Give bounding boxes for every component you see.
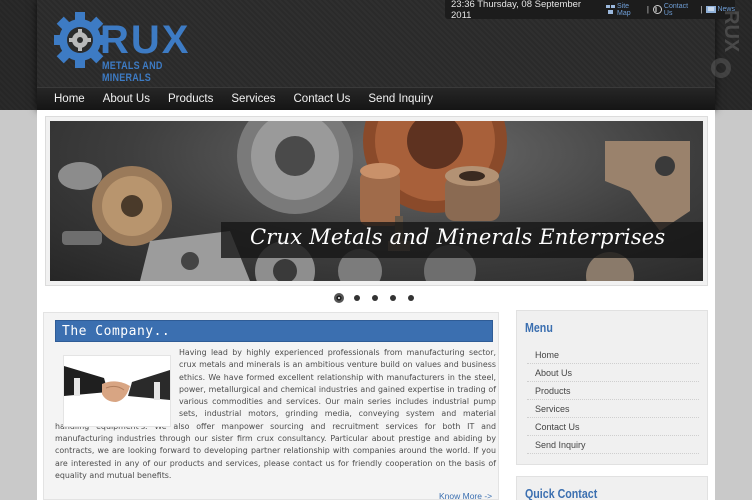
- sidebar-item-products[interactable]: Products: [527, 382, 699, 400]
- sidebar-item-services[interactable]: Services: [527, 400, 699, 418]
- main-content: Crux Metals and Minerals Enterprises The…: [37, 110, 715, 500]
- nav-home[interactable]: Home: [54, 93, 85, 105]
- sidebar-item-contact-us[interactable]: Contact Us: [527, 418, 699, 436]
- slider-dot-4[interactable]: [390, 295, 396, 301]
- site-map-label[interactable]: Site Map: [617, 3, 643, 17]
- contact-us-label[interactable]: Contact Us: [664, 3, 697, 17]
- quick-contact-box: Quick Contact: [516, 476, 708, 500]
- slider-dot-2[interactable]: [354, 295, 360, 301]
- contact-us-link[interactable]: Contact Us: [652, 3, 697, 17]
- sidebar-item-send-inquiry[interactable]: Send Inquiry: [527, 436, 699, 454]
- page-header: 23:36 Thursday, 08 September 2011 Site M…: [0, 0, 752, 110]
- menu-heading: Menu: [525, 320, 553, 335]
- slider-dot-5[interactable]: [408, 295, 414, 301]
- top-utility-bar: 23:36 Thursday, 08 September 2011 Site M…: [445, 0, 735, 21]
- banner-caption: Crux Metals and Minerals Enterprises: [250, 225, 666, 249]
- nav-products[interactable]: Products: [168, 93, 213, 105]
- gear-logo-icon: [54, 12, 106, 68]
- site-map-link[interactable]: Site Map: [606, 3, 643, 17]
- sitemap-icon: [606, 5, 616, 14]
- phone-icon: [652, 5, 662, 14]
- slider-dot-3[interactable]: [372, 295, 378, 301]
- company-section: The Company.. Having lead by highly expe…: [43, 312, 499, 500]
- banner-slider: Crux Metals and Minerals Enterprises: [45, 116, 708, 286]
- nav-contact-us[interactable]: Contact Us: [294, 93, 351, 105]
- nav-services[interactable]: Services: [231, 93, 275, 105]
- banner-slide[interactable]: Crux Metals and Minerals Enterprises: [50, 121, 703, 281]
- main-navigation: Home About Us Products Services Contact …: [37, 87, 715, 110]
- slider-pagination: [334, 293, 426, 303]
- know-more-link[interactable]: Know More ->: [439, 491, 492, 500]
- site-logo[interactable]: RUX METALS AND MINERALS: [54, 8, 204, 84]
- right-sidebar: Menu Home About Us Products Services Con…: [516, 310, 708, 500]
- nav-about-us[interactable]: About Us: [103, 93, 150, 105]
- sidebar-item-home[interactable]: Home: [527, 346, 699, 364]
- menu-box: Menu Home About Us Products Services Con…: [516, 310, 708, 465]
- company-heading: The Company..: [55, 320, 493, 342]
- sidebar-menu-list: Home About Us Products Services Contact …: [527, 346, 699, 454]
- sidebar-item-about-us[interactable]: About Us: [527, 364, 699, 382]
- current-datetime: 23:36 Thursday, 08 September 2011: [451, 0, 582, 21]
- topbar-separator: |: [646, 5, 649, 14]
- handshake-image: [63, 355, 171, 427]
- slider-dot-1[interactable]: [334, 293, 344, 303]
- svg-text:RUX: RUX: [720, 10, 742, 53]
- crux-watermark-logo: RUX: [703, 6, 743, 86]
- quick-contact-heading: Quick Contact: [525, 486, 598, 500]
- nav-send-inquiry[interactable]: Send Inquiry: [368, 93, 433, 105]
- logo-wordmark: RUX: [100, 18, 191, 62]
- logo-subtitle: METALS AND MINERALS: [102, 60, 163, 84]
